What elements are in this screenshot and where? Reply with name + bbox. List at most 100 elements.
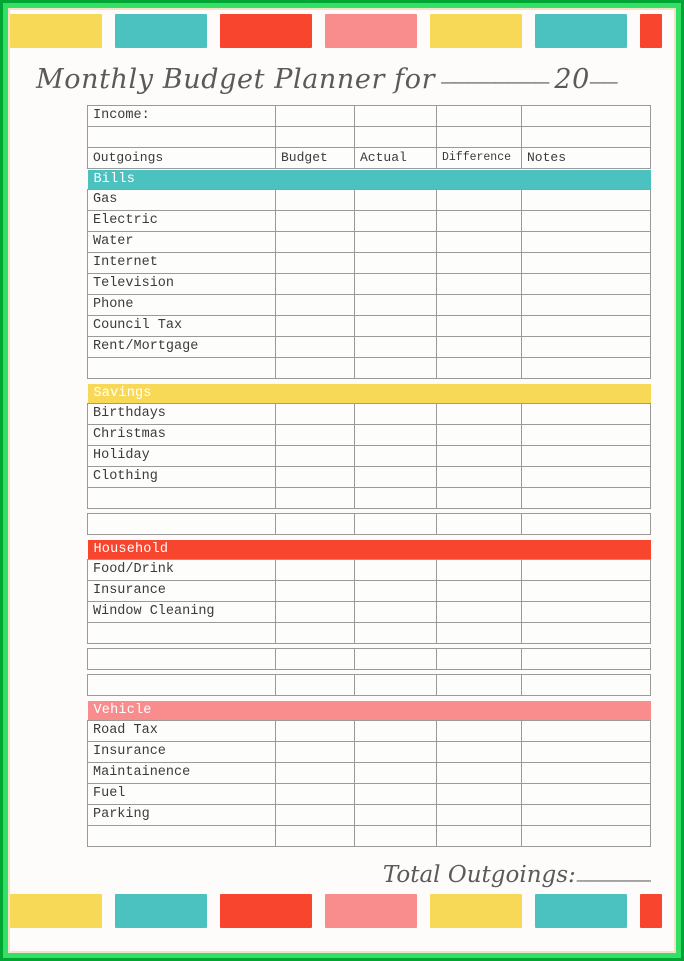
row-household-0-notes[interactable] [521, 559, 651, 581]
blank-household-2-notes[interactable] [521, 674, 651, 696]
row-savings-2-notes[interactable] [521, 445, 651, 467]
row-household-2-actual[interactable] [354, 601, 437, 623]
row-label-household-0[interactable]: Food/Drink [87, 559, 276, 581]
row-savings-1-actual[interactable] [354, 424, 437, 446]
row-bills-3-notes[interactable] [521, 252, 651, 274]
row-vehicle-0-notes[interactable] [521, 720, 651, 742]
blank-household-1-outgoings[interactable] [87, 648, 276, 670]
row-label-bills-1[interactable]: Electric [87, 210, 276, 232]
row-household-2-notes[interactable] [521, 601, 651, 623]
row-vehicle-4-difference[interactable] [436, 804, 522, 826]
blank-vehicle-0-budget[interactable] [275, 825, 355, 847]
row-label-vehicle-3[interactable]: Fuel [87, 783, 276, 805]
row-household-2-difference[interactable] [436, 601, 522, 623]
blank-bills-0-budget[interactable] [275, 357, 355, 379]
row-vehicle-2-notes[interactable] [521, 762, 651, 784]
row-household-1-notes[interactable] [521, 580, 651, 602]
row-vehicle-4-budget[interactable] [275, 804, 355, 826]
row-vehicle-3-difference[interactable] [436, 783, 522, 805]
row-vehicle-4-actual[interactable] [354, 804, 437, 826]
blank-bills-0-notes[interactable] [521, 357, 651, 379]
row-label-savings-3[interactable]: Clothing [87, 466, 276, 488]
row-savings-0-notes[interactable] [521, 403, 651, 425]
blank-savings-0-notes[interactable] [521, 487, 651, 509]
row-household-1-difference[interactable] [436, 580, 522, 602]
row-savings-1-difference[interactable] [436, 424, 522, 446]
blank-bills-0-outgoings[interactable] [87, 357, 276, 379]
row-vehicle-0-difference[interactable] [436, 720, 522, 742]
row-bills-0-difference[interactable] [436, 189, 522, 211]
row-label-savings-1[interactable]: Christmas [87, 424, 276, 446]
income-blank-outgoings[interactable] [87, 126, 276, 148]
row-label-vehicle-0[interactable]: Road Tax [87, 720, 276, 742]
row-savings-2-difference[interactable] [436, 445, 522, 467]
row-bills-2-difference[interactable] [436, 231, 522, 253]
income-difference[interactable] [436, 105, 522, 127]
row-label-bills-7[interactable]: Rent/Mortgage [87, 336, 276, 358]
row-vehicle-2-difference[interactable] [436, 762, 522, 784]
row-label-bills-3[interactable]: Internet [87, 252, 276, 274]
row-bills-7-actual[interactable] [354, 336, 437, 358]
blank-savings-0-budget[interactable] [275, 487, 355, 509]
row-bills-2-actual[interactable] [354, 231, 437, 253]
row-vehicle-2-budget[interactable] [275, 762, 355, 784]
row-bills-5-actual[interactable] [354, 294, 437, 316]
row-bills-3-difference[interactable] [436, 252, 522, 274]
page-title-month-blank[interactable]: ________ [441, 62, 549, 89]
row-household-1-actual[interactable] [354, 580, 437, 602]
row-vehicle-1-actual[interactable] [354, 741, 437, 763]
row-bills-3-budget[interactable] [275, 252, 355, 274]
row-bills-5-notes[interactable] [521, 294, 651, 316]
blank-household-2-actual[interactable] [354, 674, 437, 696]
row-savings-0-actual[interactable] [354, 403, 437, 425]
row-vehicle-2-actual[interactable] [354, 762, 437, 784]
blank-household-2-budget[interactable] [275, 674, 355, 696]
row-vehicle-1-difference[interactable] [436, 741, 522, 763]
row-vehicle-1-budget[interactable] [275, 741, 355, 763]
row-bills-6-budget[interactable] [275, 315, 355, 337]
total-outgoings-blank[interactable]: ______ [577, 861, 651, 886]
row-savings-2-budget[interactable] [275, 445, 355, 467]
blank-savings-1-difference[interactable] [436, 513, 522, 535]
blank-household-0-notes[interactable] [521, 622, 651, 644]
income-label-cell[interactable]: Income: [87, 105, 276, 127]
blank-savings-0-actual[interactable] [354, 487, 437, 509]
row-label-household-2[interactable]: Window Cleaning [87, 601, 276, 623]
row-bills-1-budget[interactable] [275, 210, 355, 232]
row-savings-3-difference[interactable] [436, 466, 522, 488]
row-label-vehicle-2[interactable]: Maintainence [87, 762, 276, 784]
blank-savings-1-outgoings[interactable] [87, 513, 276, 535]
row-bills-7-difference[interactable] [436, 336, 522, 358]
income-blank-budget[interactable] [275, 126, 355, 148]
row-bills-0-notes[interactable] [521, 189, 651, 211]
row-bills-2-notes[interactable] [521, 231, 651, 253]
row-bills-4-budget[interactable] [275, 273, 355, 295]
blank-household-2-difference[interactable] [436, 674, 522, 696]
row-vehicle-3-notes[interactable] [521, 783, 651, 805]
blank-vehicle-0-notes[interactable] [521, 825, 651, 847]
blank-vehicle-0-difference[interactable] [436, 825, 522, 847]
row-savings-3-notes[interactable] [521, 466, 651, 488]
row-savings-3-actual[interactable] [354, 466, 437, 488]
blank-bills-0-actual[interactable] [354, 357, 437, 379]
row-label-household-1[interactable]: Insurance [87, 580, 276, 602]
row-label-savings-0[interactable]: Birthdays [87, 403, 276, 425]
blank-vehicle-0-actual[interactable] [354, 825, 437, 847]
row-household-1-budget[interactable] [275, 580, 355, 602]
blank-vehicle-0-outgoings[interactable] [87, 825, 276, 847]
row-bills-7-budget[interactable] [275, 336, 355, 358]
blank-bills-0-difference[interactable] [436, 357, 522, 379]
income-notes[interactable] [521, 105, 651, 127]
row-bills-4-actual[interactable] [354, 273, 437, 295]
row-household-2-budget[interactable] [275, 601, 355, 623]
row-bills-3-actual[interactable] [354, 252, 437, 274]
row-bills-2-budget[interactable] [275, 231, 355, 253]
blank-savings-1-budget[interactable] [275, 513, 355, 535]
row-label-bills-0[interactable]: Gas [87, 189, 276, 211]
row-bills-1-difference[interactable] [436, 210, 522, 232]
row-savings-0-budget[interactable] [275, 403, 355, 425]
row-label-vehicle-1[interactable]: Insurance [87, 741, 276, 763]
row-label-bills-6[interactable]: Council Tax [87, 315, 276, 337]
blank-household-0-outgoings[interactable] [87, 622, 276, 644]
row-bills-6-actual[interactable] [354, 315, 437, 337]
